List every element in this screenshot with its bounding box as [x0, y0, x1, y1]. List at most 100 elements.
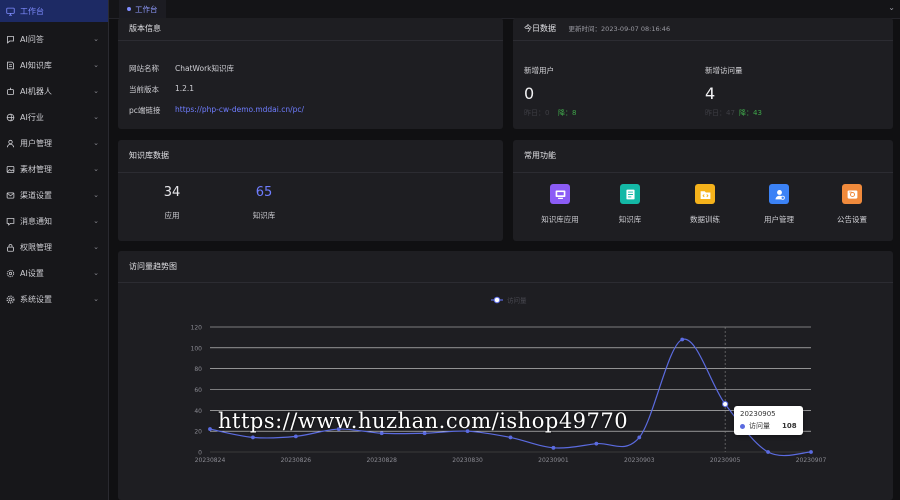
settings-icon [6, 269, 15, 278]
sidebar-item-label: 工作台 [20, 6, 44, 16]
info-value: ChatWork知识库 [175, 64, 235, 73]
function-code-folder[interactable]: 数据训练 [675, 184, 735, 225]
robot-icon [6, 87, 15, 96]
data-point [508, 435, 513, 440]
chevron-down-icon: ⌄ [93, 61, 99, 69]
sidebar-item-label: AI知识库 [20, 60, 52, 70]
chevron-down-icon: ⌄ [93, 165, 99, 173]
sidebar-item-3[interactable]: AI机器人 ⌄ [0, 78, 108, 104]
x-tick-label: 20230907 [796, 457, 827, 464]
sidebar-item-1[interactable]: AI问答 ⌄ [0, 26, 108, 52]
info-row-version: 当前版本 1.2.1 [129, 84, 194, 95]
x-tick-label: 20230901 [538, 457, 569, 464]
pc-link[interactable]: https://php-cw-demo.mddai.cn/pc/ [175, 105, 304, 114]
user-icon [6, 139, 15, 148]
sidebar-item-2[interactable]: AI知识库 ⌄ [0, 52, 108, 78]
stat-label: 新增用户 [524, 66, 554, 75]
data-point [722, 400, 729, 408]
legend-label: 访问量 [507, 296, 527, 305]
sidebar-item-10[interactable]: AI设置 ⌄ [0, 260, 108, 286]
sidebar-item-7[interactable]: 渠道设置 ⌄ [0, 182, 108, 208]
tooltip-series: 访问量 [749, 422, 770, 430]
stat-new-visits: 新增访问量 4 昨日：47 降：43 [705, 18, 875, 129]
sidebar-item-9[interactable]: 权限管理 ⌄ [0, 234, 108, 260]
tab-label: 工作台 [135, 4, 158, 14]
stat-new-users: 新增用户 0 昨日：0 降：8 [524, 18, 694, 129]
kb-app-label: 应用 [164, 211, 180, 220]
notebook-icon [620, 184, 640, 204]
knowledge-base-data-card: 知识库数据 34 应用 65 知识库 [118, 140, 503, 241]
sidebar-item-label: AI行业 [20, 112, 44, 122]
book-icon [6, 61, 15, 70]
sidebar-item-8[interactable]: 消息通知 ⌄ [0, 208, 108, 234]
legend-marker [493, 296, 501, 304]
active-dot-icon [127, 7, 131, 11]
mail-icon [6, 191, 15, 200]
chat-icon [6, 35, 15, 44]
sidebar: 工作台 AI问答 ⌄ AI知识库 ⌄ AI机器人 ⌄ AI行业 ⌄ 用户管理 ⌄ 素材管理 ⌄ 渠道设置 ⌄… [0, 0, 109, 500]
card-title: 知识库数据 [118, 140, 503, 173]
chevron-down-icon: ⌄ [93, 217, 99, 225]
function-app[interactable]: 知识库应用 [530, 184, 590, 225]
visit-trend-chart: 0 20 40 60 80 100 120 20230824 20230826 20230828 2… [191, 296, 827, 465]
chevron-down-icon: ⌄ [93, 243, 99, 251]
info-row-pc-link: pc端链接 https://php-cw-demo.mddai.cn/pc/ [129, 105, 304, 116]
sidebar-item-5[interactable]: 用户管理 ⌄ [0, 130, 108, 156]
data-point [766, 450, 770, 454]
chevron-down-icon[interactable]: ⌄ [888, 3, 895, 12]
sidebar-item-label: 权限管理 [20, 242, 52, 252]
tooltip-value: 108 [782, 422, 797, 430]
function-label: 用户管理 [764, 215, 794, 224]
sidebar-item-0[interactable]: 工作台 [0, 0, 108, 22]
x-tick-label: 20230903 [624, 457, 655, 464]
sidebar-item-11[interactable]: 系统设置 ⌄ [0, 286, 108, 312]
card-title: 常用功能 [513, 140, 893, 173]
info-label: pc端链接 [129, 106, 161, 115]
sidebar-item-label: AI设置 [20, 268, 44, 278]
lock-icon [6, 243, 15, 252]
chevron-down-icon: ⌄ [93, 87, 99, 95]
data-point [680, 337, 685, 342]
x-tick-label: 20230905 [710, 457, 741, 464]
code-folder-icon [695, 184, 715, 204]
chevron-down-icon: ⌄ [93, 139, 99, 147]
message-icon [6, 217, 15, 226]
stat-yesterday: 昨日：47 [705, 109, 735, 117]
top-tab-bar: 工作台 ⌄ [109, 0, 900, 19]
series-dot-icon [740, 423, 745, 429]
chevron-down-icon: ⌄ [93, 295, 99, 303]
chevron-down-icon: ⌄ [93, 191, 99, 199]
stat-yesterday: 昨日：0 [524, 109, 550, 117]
x-tick-label: 20230824 [195, 457, 226, 464]
y-tick-label: 0 [198, 450, 202, 457]
function-label: 知识库应用 [541, 215, 579, 224]
info-label: 网站名称 [129, 64, 159, 73]
sidebar-item-label: 渠道设置 [20, 190, 52, 200]
today-data-card: 今日数据 更新时间：2023-09-07 08:16:46 新增用户 0 昨日：… [513, 18, 893, 129]
sidebar-item-label: 消息通知 [20, 216, 52, 226]
y-tick-label: 120 [191, 325, 203, 332]
x-tick-label: 20230828 [366, 457, 397, 464]
kb-label: 知识库 [252, 211, 276, 220]
function-label: 知识库 [618, 215, 642, 224]
chart-tooltip: 20230905 访问量 108 [734, 406, 803, 435]
chevron-down-icon: ⌄ [93, 269, 99, 277]
data-point [551, 445, 556, 450]
sidebar-item-label: 素材管理 [20, 164, 52, 174]
version-info-card: 版本信息 网站名称 ChatWork知识库 当前版本 1.2.1 pc端链接 h… [118, 18, 503, 129]
x-tick-label: 20230830 [452, 457, 483, 464]
function-user-manage[interactable]: 用户管理 [749, 184, 809, 225]
gear-icon [6, 295, 15, 304]
monitor-icon [6, 7, 15, 16]
sidebar-item-4[interactable]: AI行业 ⌄ [0, 104, 108, 130]
globe-icon [6, 113, 15, 122]
sidebar-item-6[interactable]: 素材管理 ⌄ [0, 156, 108, 182]
y-tick-label: 80 [194, 366, 202, 373]
announcement-icon [842, 184, 862, 204]
function-announcement[interactable]: 公告设置 [822, 184, 882, 225]
function-notebook[interactable]: 知识库 [600, 184, 660, 225]
data-point [293, 434, 298, 439]
stat-label: 新增访问量 [705, 66, 743, 75]
tab-workbench[interactable]: 工作台 [119, 0, 166, 18]
sidebar-item-label: AI机器人 [20, 86, 52, 96]
